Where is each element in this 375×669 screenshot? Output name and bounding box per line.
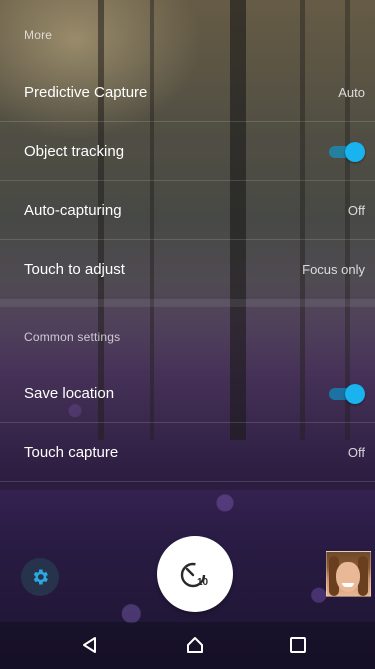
setting-label: Touch capture — [24, 443, 119, 461]
setting-label: Touch to adjust — [24, 261, 125, 278]
section-title-more: More — [24, 28, 53, 42]
shutter-button[interactable]: 10 — [157, 536, 233, 612]
setting-label: Auto-capturing — [24, 201, 122, 219]
setting-touch-to-adjust[interactable]: Touch to adjust Focus only — [0, 240, 375, 299]
gear-icon — [33, 569, 48, 585]
setting-value: Off — [347, 202, 365, 218]
toggle-knob — [345, 142, 365, 162]
setting-predictive-capture[interactable]: Predictive Capture Auto — [0, 63, 375, 122]
setting-value: Auto — [338, 84, 365, 100]
setting-value: Focus only — [302, 262, 365, 277]
last-photo-thumbnail[interactable] — [326, 551, 371, 597]
navigation-bar — [0, 622, 375, 669]
setting-auto-capturing[interactable]: Auto-capturing Off — [0, 181, 375, 240]
setting-touch-capture[interactable]: Touch capture Off — [0, 423, 375, 482]
recents-button[interactable] — [283, 632, 313, 658]
thumbnail-face — [336, 562, 360, 592]
section-title-common: Common settings — [24, 330, 121, 344]
setting-label: Predictive Capture — [24, 83, 148, 101]
recents-square-icon — [290, 637, 306, 653]
setting-object-tracking[interactable]: Object tracking — [0, 122, 375, 181]
timer-value: 10 — [197, 577, 209, 588]
back-triangle-icon — [83, 637, 96, 653]
home-icon — [187, 637, 203, 653]
setting-save-location[interactable]: Save location — [0, 364, 375, 423]
setting-label: Save location — [24, 384, 115, 402]
toggle-knob — [345, 384, 365, 404]
home-button[interactable] — [180, 632, 210, 658]
settings-button[interactable] — [21, 558, 59, 596]
section-divider — [0, 299, 375, 307]
object-tracking-toggle[interactable] — [329, 142, 365, 162]
back-button[interactable] — [75, 632, 105, 658]
setting-value: Off — [347, 444, 365, 460]
setting-label: Object tracking — [24, 142, 125, 160]
save-location-toggle[interactable] — [329, 384, 365, 404]
